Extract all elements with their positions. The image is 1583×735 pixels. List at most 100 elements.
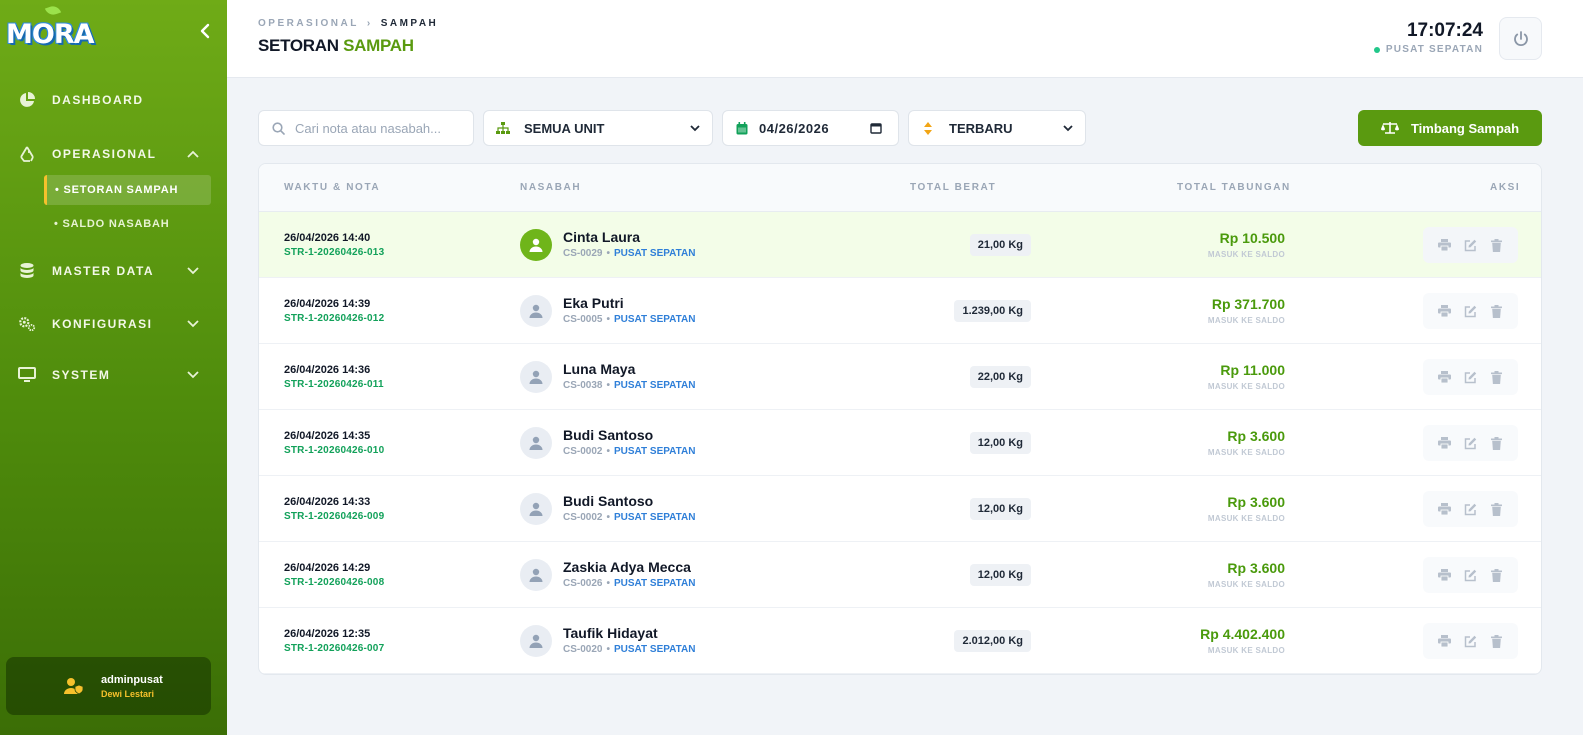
delete-button[interactable] <box>1489 369 1505 385</box>
edit-button[interactable] <box>1462 237 1478 253</box>
delete-button[interactable] <box>1489 435 1505 451</box>
avatar <box>520 229 552 261</box>
logo[interactable]: MORA <box>6 3 116 58</box>
print-button[interactable] <box>1436 303 1452 319</box>
top-header: OPERASIONAL › SAMPAH SETORAN SAMPAH 17:0… <box>227 0 1583 78</box>
edit-button[interactable] <box>1462 435 1478 451</box>
power-icon <box>1513 30 1528 46</box>
delete-button[interactable] <box>1489 633 1505 649</box>
pie-chart-icon <box>18 91 36 109</box>
row-berat-wrap: 21,00 Kg <box>839 234 1031 256</box>
row-nota[interactable]: STR-1-20260426-007 <box>284 643 384 654</box>
meta-separator: • <box>606 314 610 325</box>
row-nasabah-code: CS-0029 <box>563 248 603 259</box>
edit-button[interactable] <box>1462 369 1478 385</box>
row-nota[interactable]: STR-1-20260426-011 <box>284 379 384 390</box>
print-button[interactable] <box>1436 237 1452 253</box>
row-actions <box>1423 557 1518 593</box>
user-card[interactable]: adminpusat Dewi Lestari <box>6 657 211 715</box>
print-button[interactable] <box>1436 435 1452 451</box>
timbang-sampah-button[interactable]: Timbang Sampah <box>1358 110 1542 146</box>
sidebar-subitem-saldo-nasabah[interactable]: • SALDO NASABAH <box>44 209 211 239</box>
print-button[interactable] <box>1436 567 1452 583</box>
row-nasabah-branch: PUSAT SEPATAN <box>613 578 696 589</box>
table-row[interactable]: 26/04/2026 14:35 STR-1-20260426-010 Budi… <box>259 410 1541 476</box>
table-row[interactable]: 26/04/2026 14:39 STR-1-20260426-012 Eka … <box>259 278 1541 344</box>
row-berat-wrap: 22,00 Kg <box>839 366 1031 388</box>
row-nota[interactable]: STR-1-20260426-008 <box>284 577 384 588</box>
column-header-waktu[interactable]: WAKTU & NOTA <box>284 182 380 193</box>
print-button[interactable] <box>1436 501 1452 517</box>
print-icon <box>1437 635 1451 647</box>
delete-button[interactable] <box>1489 501 1505 517</box>
avatar <box>520 559 552 591</box>
avatar <box>520 493 552 525</box>
print-button[interactable] <box>1436 633 1452 649</box>
row-tabungan: Rp 3.600 <box>1227 428 1285 444</box>
sidebar-subitem-setoran-sampah[interactable]: • SETORAN SAMPAH <box>44 175 211 205</box>
print-icon <box>1437 503 1451 515</box>
row-time: 26/04/2026 14:39 <box>284 298 371 310</box>
sidebar-item-operasional[interactable]: OPERASIONAL <box>0 139 227 169</box>
print-button[interactable] <box>1436 369 1452 385</box>
column-header-berat[interactable]: TOTAL BERAT <box>910 182 996 193</box>
status-dot-icon <box>1373 46 1380 53</box>
row-berat: 21,00 Kg <box>969 234 1031 256</box>
row-nota[interactable]: STR-1-20260426-009 <box>284 511 384 522</box>
row-berat: 12,00 Kg <box>969 432 1031 454</box>
row-tabungan: Rp 3.600 <box>1227 494 1285 510</box>
table-row[interactable]: 26/04/2026 14:36 STR-1-20260426-011 Luna… <box>259 344 1541 410</box>
edit-icon <box>1464 437 1477 449</box>
sidebar-item-master-data[interactable]: MASTER DATA <box>0 256 227 286</box>
sort-select[interactable]: TERBARU <box>908 110 1086 146</box>
delete-button[interactable] <box>1489 567 1505 583</box>
delete-button[interactable] <box>1489 237 1505 253</box>
chevron-down-icon <box>690 123 700 133</box>
sidebar-item-label: OPERASIONAL <box>52 147 157 161</box>
user-shield-icon <box>64 677 84 695</box>
unit-select[interactable]: SEMUA UNIT <box>483 110 713 146</box>
sidebar: MORA DASHBOARD OPERASIONAL • SETORAN SAM… <box>0 0 227 735</box>
location-indicator: PUSAT SEPATAN <box>1347 44 1483 55</box>
scale-icon <box>1380 122 1399 134</box>
row-tabungan-note: MASUK KE SALDO <box>1207 448 1285 457</box>
row-berat: 12,00 Kg <box>969 564 1031 586</box>
row-nasabah-branch: PUSAT SEPATAN <box>613 512 696 523</box>
row-nota[interactable]: STR-1-20260426-010 <box>284 445 384 456</box>
chevron-down-icon <box>1063 123 1073 133</box>
date-input[interactable]: 04/26/2026 <box>722 110 899 146</box>
logout-button[interactable] <box>1499 17 1542 60</box>
user-icon <box>529 436 543 450</box>
edit-button[interactable] <box>1462 501 1478 517</box>
sidebar-item-konfigurasi[interactable]: KONFIGURASI <box>0 309 227 339</box>
table-row[interactable]: 26/04/2026 14:33 STR-1-20260426-009 Budi… <box>259 476 1541 542</box>
setoran-table: WAKTU & NOTA NASABAH TOTAL BERAT TOTAL T… <box>258 163 1542 675</box>
row-time: 26/04/2026 14:40 <box>284 232 371 244</box>
user-icon <box>529 238 543 252</box>
search-input[interactable] <box>295 120 465 136</box>
edit-button[interactable] <box>1462 303 1478 319</box>
table-row[interactable]: 26/04/2026 12:35 STR-1-20260426-007 Tauf… <box>259 608 1541 674</box>
page-title: SETORAN SAMPAH <box>258 36 414 56</box>
calendar-picker-icon[interactable] <box>870 122 882 134</box>
print-icon <box>1437 371 1451 383</box>
column-header-tabungan[interactable]: TOTAL TABUNGAN <box>1177 182 1291 193</box>
database-icon <box>18 262 36 280</box>
edit-button[interactable] <box>1462 567 1478 583</box>
edit-button[interactable] <box>1462 633 1478 649</box>
table-row[interactable]: 26/04/2026 14:40 STR-1-20260426-013 Cint… <box>259 212 1541 278</box>
row-nasabah-name: Zaskia Adya Mecca <box>563 559 691 575</box>
user-username: adminpusat <box>101 674 163 686</box>
column-header-nasabah[interactable]: NASABAH <box>520 182 581 193</box>
row-nota[interactable]: STR-1-20260426-012 <box>284 313 384 324</box>
breadcrumb-parent[interactable]: OPERASIONAL <box>258 18 359 29</box>
sidebar-collapse-button[interactable] <box>196 20 214 42</box>
table-row[interactable]: 26/04/2026 14:29 STR-1-20260426-008 Zask… <box>259 542 1541 608</box>
delete-button[interactable] <box>1489 303 1505 319</box>
row-nasabah-branch: PUSAT SEPATAN <box>613 314 696 325</box>
sidebar-item-system[interactable]: SYSTEM <box>0 360 227 390</box>
sidebar-item-dashboard[interactable]: DASHBOARD <box>0 85 227 115</box>
row-nota[interactable]: STR-1-20260426-013 <box>284 247 384 258</box>
user-icon <box>529 502 543 516</box>
search-box[interactable] <box>258 110 474 146</box>
